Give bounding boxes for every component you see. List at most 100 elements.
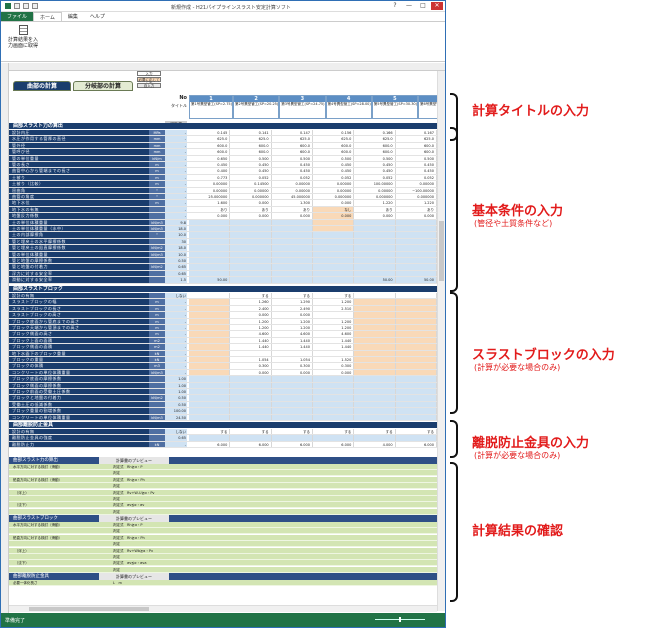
input-cell[interactable]: 4.000 [354,441,396,448]
standard-value[interactable]: 0.65 [165,270,187,277]
input-cell[interactable]: 1.054 [271,357,313,363]
title-column[interactable]: 5 第5号異型管工(SP=30.30) [371,95,419,119]
preview-button-2[interactable]: 計算書のプレビュー [99,515,169,522]
input-cell[interactable]: 0.00000 [312,181,355,187]
input-cell[interactable]: 1.260 [230,299,272,305]
input-cell[interactable]: 0.773 [189,174,231,181]
input-cell[interactable] [230,226,272,232]
input-cell[interactable]: 0.000000 [395,194,437,200]
column-title[interactable]: 第2号異型管工(SP=20.25) [234,102,278,107]
input-cell[interactable] [230,277,272,283]
tab-file[interactable]: ファイル [1,12,34,21]
input-cell[interactable] [271,251,313,257]
input-cell[interactable]: あり [230,206,272,213]
standard-value[interactable]: 0.50 [165,258,187,264]
worksheet[interactable]: 曲部の計算 分岐部の計算 入力 必要に応じて入力 自入力 No タイトル 1第1… [9,71,437,611]
standard-value[interactable]: 1.00 [165,389,187,395]
input-cell[interactable]: する [354,429,396,435]
input-cell[interactable]: 600.0 [271,142,313,149]
input-cell[interactable] [230,251,272,257]
input-cell[interactable] [189,258,231,264]
open-icon[interactable] [23,3,29,9]
input-cell[interactable]: なし [312,206,355,213]
input-cell[interactable]: 0.450 [395,162,437,168]
minimize-button[interactable]: — [403,2,415,10]
standard-value[interactable]: - [165,441,187,448]
input-cell[interactable]: 0.300 [312,363,355,369]
zoom-thumb[interactable] [399,617,401,622]
title-column[interactable]: 1 第1号異型管工(SP=2.75) [189,95,234,119]
input-cell[interactable]: 6.000 [230,441,272,448]
input-cell[interactable] [312,226,355,232]
input-cell[interactable] [395,350,437,356]
input-cell[interactable] [354,245,396,251]
input-cell[interactable] [189,376,231,382]
input-cell[interactable] [189,245,231,251]
input-cell[interactable] [189,331,231,337]
input-cell[interactable] [395,435,437,441]
input-cell[interactable] [271,270,313,277]
input-cell[interactable] [354,299,396,305]
input-cell[interactable] [354,363,396,369]
input-cell[interactable] [354,344,396,350]
input-cell[interactable] [395,395,437,401]
standard-value[interactable]: - [165,331,187,337]
input-cell[interactable] [189,389,231,395]
input-cell[interactable] [230,245,272,251]
input-cell[interactable]: 0.450 [230,162,272,168]
standard-value[interactable]: 1.00 [165,382,187,388]
standard-value[interactable]: 0.50 [165,395,187,401]
input-cell[interactable] [312,270,355,277]
tab-branch-calculation[interactable]: 分岐部の計算 [73,81,133,91]
input-cell[interactable]: 625.0 [354,136,396,142]
input-cell[interactable] [230,408,272,414]
preview-button-1[interactable]: 計算書のプレビュー [99,457,169,464]
input-cell[interactable]: あり [189,206,231,213]
input-cell[interactable]: 0.000 [395,213,437,219]
input-cell[interactable] [395,344,437,350]
input-cell[interactable]: 100.00000 [354,181,396,187]
input-cell[interactable] [312,219,355,225]
input-cell[interactable] [354,293,396,299]
input-cell[interactable] [354,238,396,245]
input-cell[interactable]: 25.000000 [189,194,231,200]
input-cell[interactable]: 0.000 [354,213,396,219]
input-cell[interactable]: 625.0 [395,136,437,142]
input-cell[interactable]: 625.0 [189,136,231,142]
input-cell[interactable]: する [230,429,272,435]
input-cell[interactable] [271,350,313,356]
input-cell[interactable] [312,245,355,251]
input-cell[interactable]: 0.141 [230,130,272,136]
input-cell[interactable] [189,344,231,350]
input-cell[interactable] [354,258,396,264]
input-cell[interactable]: 0.000 [230,312,272,318]
input-cell[interactable] [312,408,355,414]
input-cell[interactable]: する [312,293,355,299]
column-title[interactable]: 第5号異型管工(SP=30.30) [373,102,417,107]
input-cell[interactable] [312,395,355,401]
input-cell[interactable] [312,232,355,238]
standard-value[interactable]: - [165,194,187,200]
input-cell[interactable]: 0.156 [312,130,355,136]
input-cell[interactable]: 6.000 [271,441,313,448]
input-cell[interactable]: 600.0 [354,149,396,155]
input-cell[interactable] [271,389,313,395]
input-cell[interactable] [230,219,272,225]
column-title[interactable]: 第3号異型管工(SP=24.75) [280,102,324,107]
zoom-slider[interactable] [375,617,425,622]
input-cell[interactable]: 1.200 [230,325,272,331]
input-cell[interactable]: 0.450 [354,162,396,168]
input-cell[interactable]: あり [354,206,396,213]
standard-value[interactable]: 30 [165,238,187,245]
input-cell[interactable] [189,312,231,318]
input-cell[interactable]: 0.450 [271,168,313,174]
input-cell[interactable]: 50.00 [354,277,396,283]
input-cell[interactable]: する [271,293,313,299]
input-cell[interactable]: 1.200 [230,318,272,324]
input-cell[interactable]: する [395,429,437,435]
input-cell[interactable] [271,376,313,382]
input-cell[interactable]: 1.220 [395,200,437,206]
input-cell[interactable] [395,245,437,251]
input-cell[interactable] [395,369,437,376]
standard-value[interactable]: - [165,337,187,344]
